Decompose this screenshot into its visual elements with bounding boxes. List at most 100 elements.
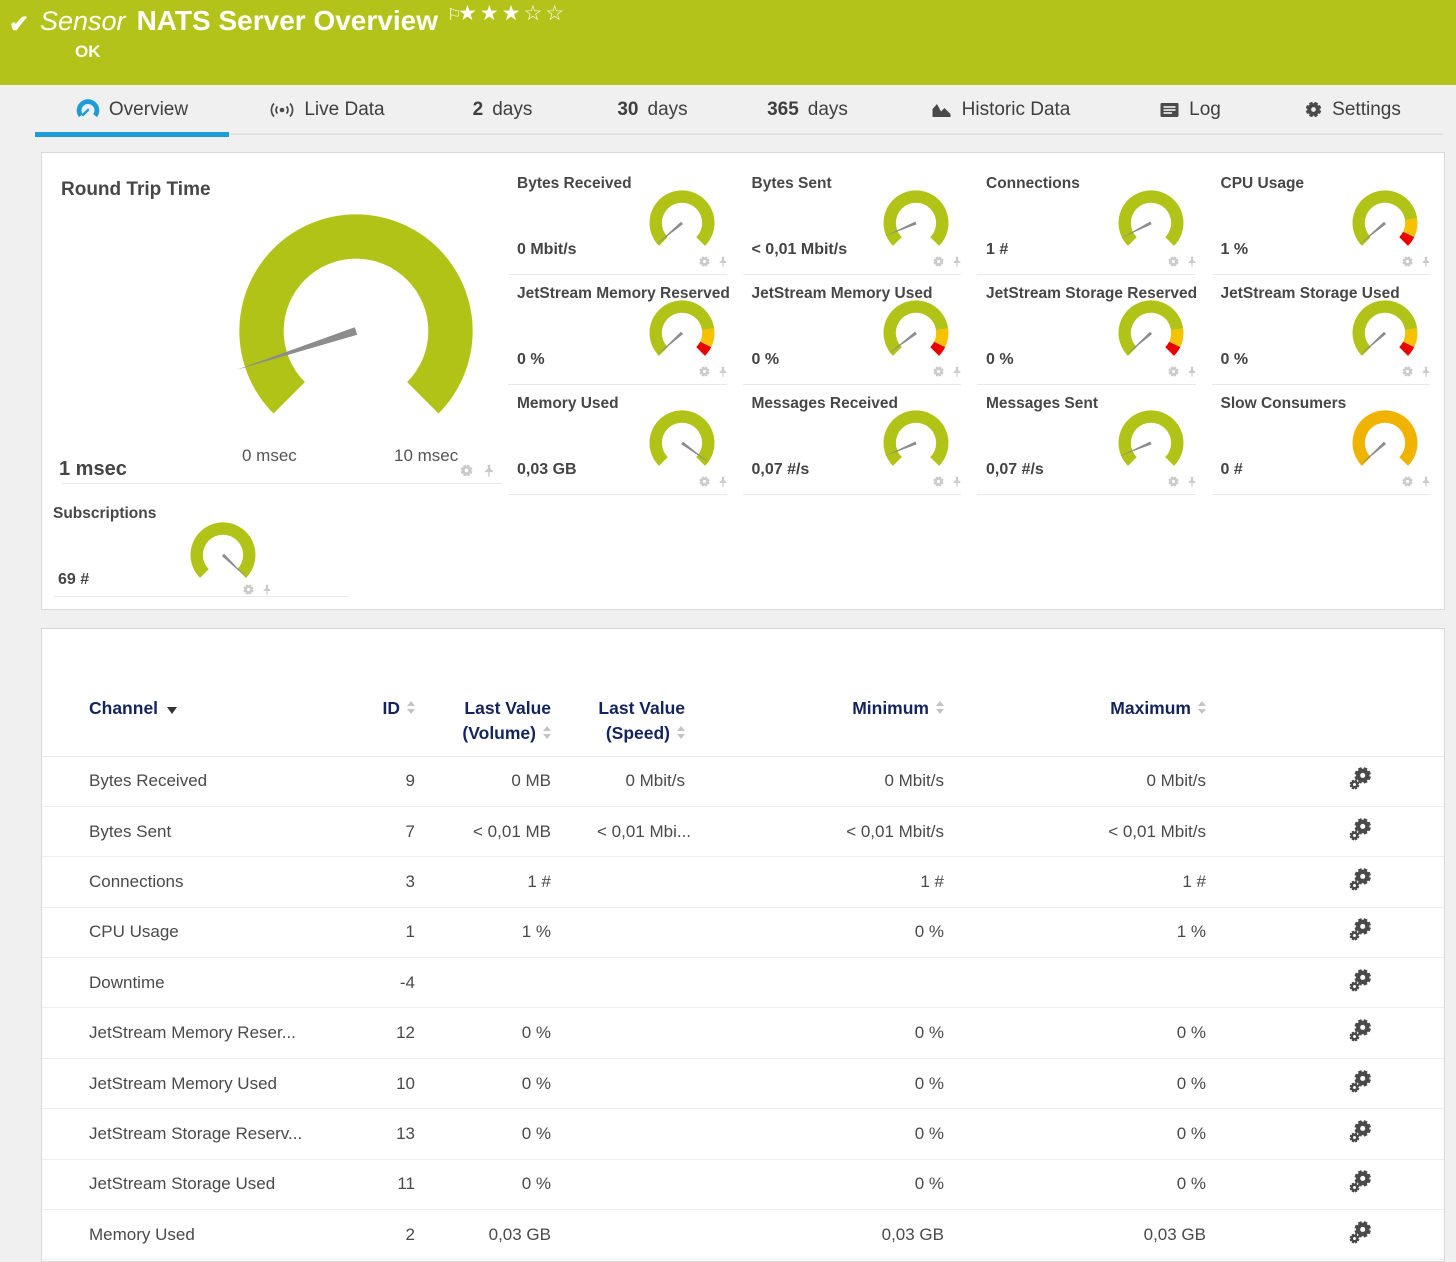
channel-settings-gear-icon[interactable]: [1349, 969, 1372, 992]
channel-minimum: 0 Mbit/s: [730, 756, 989, 806]
channel-last-value-speed: [596, 1210, 730, 1260]
sensor-headline: Sensor NATS Server Overview ⚐: [40, 5, 463, 37]
gauge-settings-gear-icon[interactable]: [932, 365, 945, 378]
gauges-panel: Round Trip Time 0 msec 10 msec 1 msec By…: [41, 152, 1445, 610]
sort-desc-icon: [167, 707, 177, 714]
gauge-settings-gear-icon[interactable]: [242, 583, 255, 596]
column-header-last-value-volume[interactable]: Last Value(Volume): [460, 629, 596, 756]
gauge-chart: [643, 400, 721, 478]
column-header-minimum[interactable]: Minimum: [730, 629, 989, 756]
channel-settings-gear-icon[interactable]: [1349, 1120, 1372, 1143]
pin-icon[interactable]: [1186, 366, 1198, 378]
channel-last-value-speed: [596, 1109, 730, 1159]
tab-2-days[interactable]: 2days: [425, 85, 580, 142]
pin-icon[interactable]: [717, 256, 729, 268]
gauge-card-connections: Connections1 #: [975, 165, 1210, 275]
log-icon: [1159, 101, 1180, 119]
pin-icon[interactable]: [951, 256, 963, 268]
gauge-chart: [643, 290, 721, 368]
pin-icon[interactable]: [717, 366, 729, 378]
table-row-jetstream-storage-used: JetStream Storage Used110 %0 %0 %: [42, 1159, 1445, 1209]
tab-settings[interactable]: Settings: [1270, 85, 1435, 142]
gauge-value: 0 Mbit/s: [517, 241, 577, 259]
gauge-settings-gear-icon[interactable]: [932, 255, 945, 268]
column-header-channel[interactable]: Channel: [42, 629, 374, 756]
gauge-settings-gear-icon[interactable]: [1401, 255, 1414, 268]
pin-icon[interactable]: [951, 366, 963, 378]
gauge-settings-gear-icon[interactable]: [459, 463, 474, 478]
gauge-settings-gear-icon[interactable]: [1401, 475, 1414, 488]
channel-settings-gear-icon[interactable]: [1349, 818, 1372, 841]
gauge-settings-gear-icon[interactable]: [1167, 255, 1180, 268]
pin-icon[interactable]: [482, 464, 496, 478]
tab-number: 2: [473, 99, 484, 121]
tab-log[interactable]: Log: [1110, 85, 1270, 142]
pin-icon[interactable]: [1420, 476, 1432, 488]
channel-maximum: 1 #: [989, 857, 1251, 907]
tab-historic-data[interactable]: Historic Data: [890, 85, 1110, 142]
gauge-chart: [877, 180, 955, 258]
channel-settings-gear-icon[interactable]: [1349, 767, 1372, 790]
channel-last-value-volume: 1 %: [460, 907, 596, 957]
channel-settings-gear-icon[interactable]: [1349, 1070, 1372, 1093]
pin-icon[interactable]: [717, 476, 729, 488]
channel-minimum: 0 %: [730, 1058, 989, 1108]
column-header-last-value-speed[interactable]: Last Value(Speed): [596, 629, 730, 756]
gauge-chart: [877, 290, 955, 368]
pin-icon[interactable]: [951, 476, 963, 488]
channel-settings-gear-icon[interactable]: [1349, 1170, 1372, 1193]
gauge-chart: [1346, 290, 1424, 368]
status-badge: OK: [75, 42, 101, 62]
channel-settings-gear-icon[interactable]: [1349, 1221, 1372, 1244]
channel-minimum: 0 %: [730, 1109, 989, 1159]
tab-30-days[interactable]: 30days: [580, 85, 725, 142]
tab-overview[interactable]: Overview: [35, 85, 229, 142]
gauge-settings-gear-icon[interactable]: [698, 365, 711, 378]
channel-id: -4: [374, 958, 460, 1008]
gauge-card-round-trip-time: Round Trip Time 0 msec 10 msec 1 msec: [42, 165, 506, 495]
gauge-chart: [1112, 400, 1190, 478]
channel-settings-gear-icon[interactable]: [1349, 918, 1372, 941]
channel-last-value-speed: < 0,01 Mbi...: [596, 806, 730, 856]
gauge-title: Bytes Sent: [752, 175, 832, 193]
gauge-max-label: 10 msec: [394, 446, 458, 466]
gauge-settings-gear-icon[interactable]: [698, 255, 711, 268]
channel-maximum: 0 %: [989, 1058, 1251, 1108]
channel-last-value-volume: < 0,01 MB: [460, 806, 596, 856]
gauge-settings-gear-icon[interactable]: [932, 475, 945, 488]
gauge-title: CPU Usage: [1221, 175, 1305, 193]
gauge-chart: [1112, 180, 1190, 258]
column-header-id[interactable]: ID: [374, 629, 460, 756]
channel-settings-gear-icon[interactable]: [1349, 868, 1372, 891]
sort-both-icon: [1198, 701, 1206, 714]
channel-name: Downtime: [42, 958, 374, 1008]
channel-last-value-volume: [460, 958, 596, 1008]
channel-settings-gear-icon[interactable]: [1349, 1019, 1372, 1042]
pin-icon[interactable]: [1186, 256, 1198, 268]
gauge-settings-gear-icon[interactable]: [698, 475, 711, 488]
gauge-settings-gear-icon[interactable]: [1167, 365, 1180, 378]
column-header-maximum[interactable]: Maximum: [989, 629, 1251, 756]
pin-icon[interactable]: [1186, 476, 1198, 488]
channel-settings-cell: [1251, 1159, 1445, 1209]
gauge-card-memory-used: Memory Used0,03 GB: [506, 385, 741, 495]
pin-icon[interactable]: [261, 584, 273, 596]
channel-last-value-volume: 1 #: [460, 857, 596, 907]
gauge-chart: [184, 512, 262, 590]
pin-icon[interactable]: [1420, 366, 1432, 378]
tab-live-data[interactable]: Live Data: [229, 85, 425, 142]
gauge-value: 0 %: [752, 351, 780, 369]
channel-maximum: 0 %: [989, 1008, 1251, 1058]
tab-365-days[interactable]: 365days: [725, 85, 890, 142]
channel-settings-cell: [1251, 857, 1445, 907]
channel-settings-cell: [1251, 907, 1445, 957]
channel-last-value-speed: [596, 1159, 730, 1209]
table-row-bytes-sent: Bytes Sent7< 0,01 MB< 0,01 Mbi...< 0,01 …: [42, 806, 1445, 856]
pin-icon[interactable]: [1420, 256, 1432, 268]
gauge-settings-gear-icon[interactable]: [1167, 475, 1180, 488]
gauge-settings-gear-icon[interactable]: [1401, 365, 1414, 378]
tab-label: days: [648, 99, 688, 121]
priority-stars[interactable]: ★★★☆☆: [458, 1, 567, 26]
channel-name: Connections: [42, 857, 374, 907]
channel-name: CPU Usage: [42, 907, 374, 957]
